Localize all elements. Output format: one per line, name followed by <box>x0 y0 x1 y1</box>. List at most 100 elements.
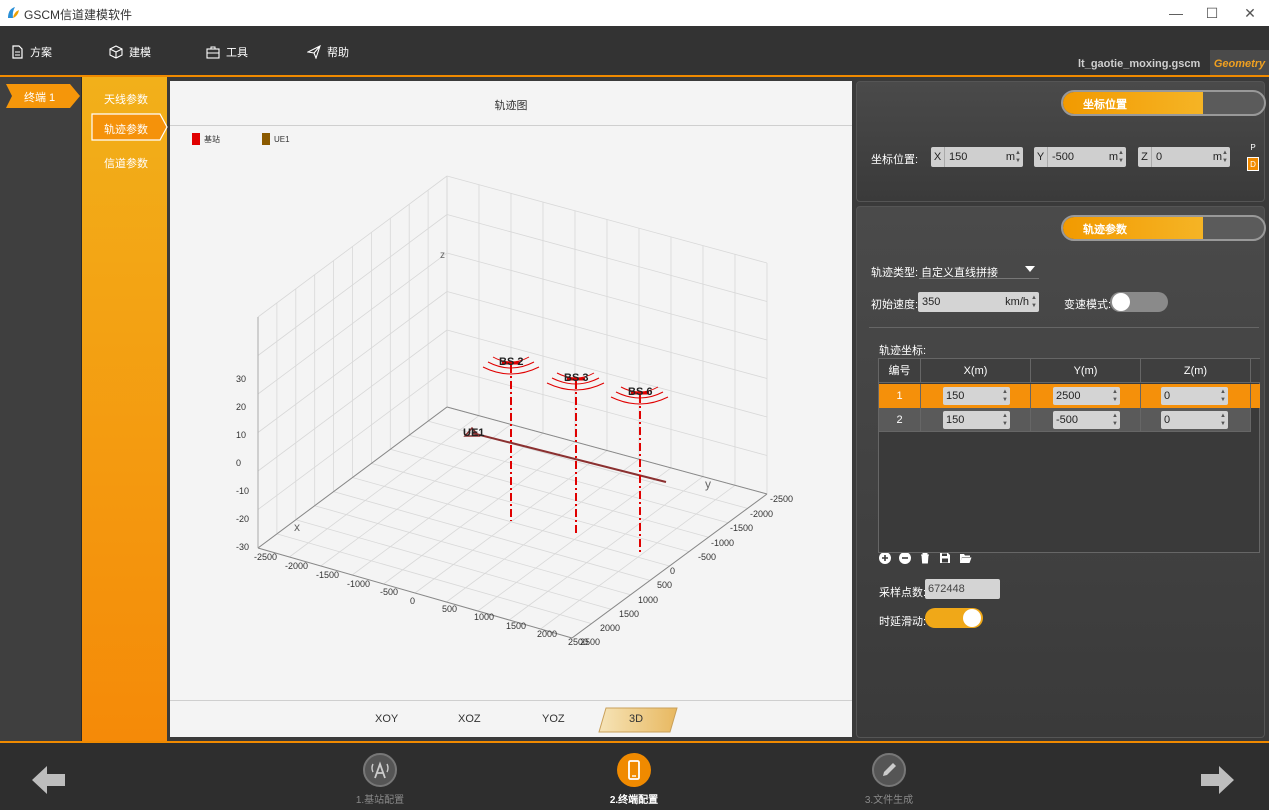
trajectory-coords-label: 轨迹坐标: <box>879 345 927 357</box>
cell-value: 2500 <box>1056 390 1081 402</box>
y-tick-label: 2000 <box>600 623 620 633</box>
vary-speed-toggle[interactable] <box>1110 292 1168 312</box>
toolbox-icon <box>206 46 220 59</box>
menu-item-model[interactable]: 建模 <box>109 44 151 60</box>
row-y-input[interactable]: -500 ▲ ▼ <box>1053 411 1120 429</box>
view-button-xoy[interactable]: XOY <box>375 713 398 725</box>
close-button[interactable]: ✕ <box>1240 3 1260 23</box>
chart-title: 轨迹图 <box>494 100 528 112</box>
table-row[interactable]: 1 150 ▲ ▼ 2500 ▲ ▼ 0 ▲ ▼ <box>879 384 1251 408</box>
3d-plot[interactable]: z y x 30 20 10 0 -10 -20 -30 -2500 -2000… <box>170 141 852 711</box>
row-y-input[interactable]: 2500 ▲ ▼ <box>1053 387 1120 405</box>
position-z-input[interactable]: Z 0 m ▲ ▼ <box>1138 147 1230 167</box>
spin-arrows-icon[interactable]: ▲ ▼ <box>1222 149 1228 165</box>
spin-arrows-icon[interactable]: ▲ ▼ <box>1112 388 1118 404</box>
app-logo-icon <box>8 7 19 18</box>
view-button-xoz[interactable]: XOZ <box>458 713 481 725</box>
position-x-input[interactable]: X 150 m ▲ ▼ <box>931 147 1023 167</box>
save-icon[interactable] <box>939 552 951 564</box>
step-bs-config[interactable]: 1.基站配置 <box>350 753 410 806</box>
field-unit: km/h <box>1005 296 1029 308</box>
next-arrow-icon[interactable] <box>1200 765 1234 795</box>
spin-arrows-icon[interactable]: ▲ ▼ <box>1112 412 1118 428</box>
spin-arrows-icon[interactable]: ▲ ▼ <box>1118 149 1124 165</box>
cell-z: 0 ▲ ▼ <box>1141 384 1251 408</box>
spin-arrows-icon[interactable]: ▲ ▼ <box>1002 388 1008 404</box>
field-prefix: X <box>931 147 945 167</box>
step-terminal-config[interactable]: 2.终端配置 <box>604 753 664 806</box>
spin-arrows-icon[interactable]: ▲ ▼ <box>1015 149 1021 165</box>
trajectory-type-select[interactable]: 自定义直线拼接 <box>919 259 1039 279</box>
cell-x: 150 ▲ ▼ <box>921 408 1031 432</box>
row-z-input[interactable]: 0 ▲ ▼ <box>1161 411 1228 429</box>
grid-line <box>446 458 640 603</box>
panel-header-label: 坐标位置 <box>1083 99 1127 111</box>
column-header-id: 编号 <box>879 359 921 383</box>
menu-item-plan[interactable]: 方案 <box>10 44 52 60</box>
remove-icon[interactable] <box>899 552 911 564</box>
row-z-input[interactable]: 0 ▲ ▼ <box>1161 387 1228 405</box>
row-x-input[interactable]: 150 ▲ ▼ <box>943 387 1010 405</box>
x-tick-label: -2500 <box>254 552 277 562</box>
chart-divider <box>170 125 852 126</box>
menu-item-label: 帮助 <box>327 47 349 59</box>
p-toggle-button[interactable]: P <box>1247 142 1259 154</box>
z-tick-label: -10 <box>236 486 249 496</box>
minimize-button[interactable]: — <box>1166 3 1186 23</box>
spin-arrows-icon[interactable]: ▲ ▼ <box>1031 294 1037 310</box>
cell-x: 150 ▲ ▼ <box>921 384 1031 408</box>
grid-line <box>409 434 729 524</box>
bs-label: BS 6 <box>628 386 652 398</box>
nav-item-channel[interactable]: 信道参数 <box>104 155 148 171</box>
spin-arrows-icon[interactable]: ▲ ▼ <box>1220 412 1226 428</box>
vary-speed-label: 变速模式: <box>1064 299 1112 311</box>
nav-item-trajectory[interactable]: 轨迹参数 <box>88 113 168 141</box>
ue1-marker: UE1 <box>463 426 484 439</box>
field-value: 350 <box>922 296 941 308</box>
trajectory-table: 编号 X(m) Y(m) Z(m) 1 150 ▲ ▼ 2500 ▲ ▼ 0 ▲ ▼ 2 1… <box>878 358 1260 553</box>
x-tick-label: 2000 <box>537 629 557 639</box>
position-y-input[interactable]: Y -500 m ▲ ▼ <box>1034 147 1126 167</box>
bs-label: BS 3 <box>564 372 588 384</box>
d-toggle-button[interactable]: D <box>1247 157 1259 171</box>
folder-open-icon[interactable] <box>959 552 972 564</box>
nav-item-antenna[interactable]: 天线参数 <box>104 91 148 107</box>
step-label: 1.基站配置 <box>355 795 405 806</box>
position-panel: 坐标位置 坐标位置: X 150 m ▲ ▼ Y -500 m ▲ ▼ Z 0 m … <box>856 81 1266 202</box>
x-tick-label: -1000 <box>347 579 370 589</box>
step-file-generate[interactable]: 3.文件生成 <box>859 753 919 806</box>
x-tick-label: -1500 <box>316 570 339 580</box>
terminal-list: 终端 1 <box>0 77 82 741</box>
tab-geometry[interactable]: Geometry <box>1210 50 1269 76</box>
y-tick-label: 1500 <box>619 609 639 619</box>
trash-icon[interactable] <box>919 552 931 564</box>
paper-plane-icon <box>307 45 321 59</box>
previous-arrow-icon[interactable] <box>32 765 66 795</box>
terminal-tab-1[interactable]: 终端 1 <box>6 84 80 108</box>
x-tick-label: -2000 <box>285 561 308 571</box>
maximize-button[interactable]: ☐ <box>1202 3 1222 23</box>
spin-arrows-icon[interactable]: ▲ ▼ <box>1002 412 1008 428</box>
chevron-down-icon <box>1025 266 1035 272</box>
cell-z: 0 ▲ ▼ <box>1141 408 1251 432</box>
antenna-icon <box>363 753 397 787</box>
row-x-input[interactable]: 150 ▲ ▼ <box>943 411 1010 429</box>
delay-slide-toggle[interactable] <box>925 608 983 628</box>
y-axis-label: y <box>705 477 711 491</box>
spin-arrows-icon[interactable]: ▲ ▼ <box>1220 388 1226 404</box>
parameter-nav: 天线参数 轨迹参数 信道参数 <box>82 77 168 741</box>
view-button-yoz[interactable]: YOZ <box>542 713 565 725</box>
menu-item-help[interactable]: 帮助 <box>307 44 349 60</box>
initial-speed-input[interactable]: 350 km/h ▲ ▼ <box>918 292 1039 312</box>
add-icon[interactable] <box>879 552 891 564</box>
menu-item-label: 建模 <box>129 47 151 59</box>
title-bar: GSCM信道建模软件 — ☐ ✕ <box>0 0 1269 26</box>
menu-divider <box>0 75 1269 77</box>
menu-item-tools[interactable]: 工具 <box>206 44 248 60</box>
view-button-3d[interactable]: 3D <box>598 707 678 733</box>
cell-value: -500 <box>1056 414 1079 426</box>
table-row[interactable]: 2 150 ▲ ▼ -500 ▲ ▼ 0 ▲ ▼ <box>879 408 1251 432</box>
y-tick-label: 500 <box>657 580 672 590</box>
field-value: 150 <box>949 151 968 163</box>
pencil-icon <box>872 753 906 787</box>
